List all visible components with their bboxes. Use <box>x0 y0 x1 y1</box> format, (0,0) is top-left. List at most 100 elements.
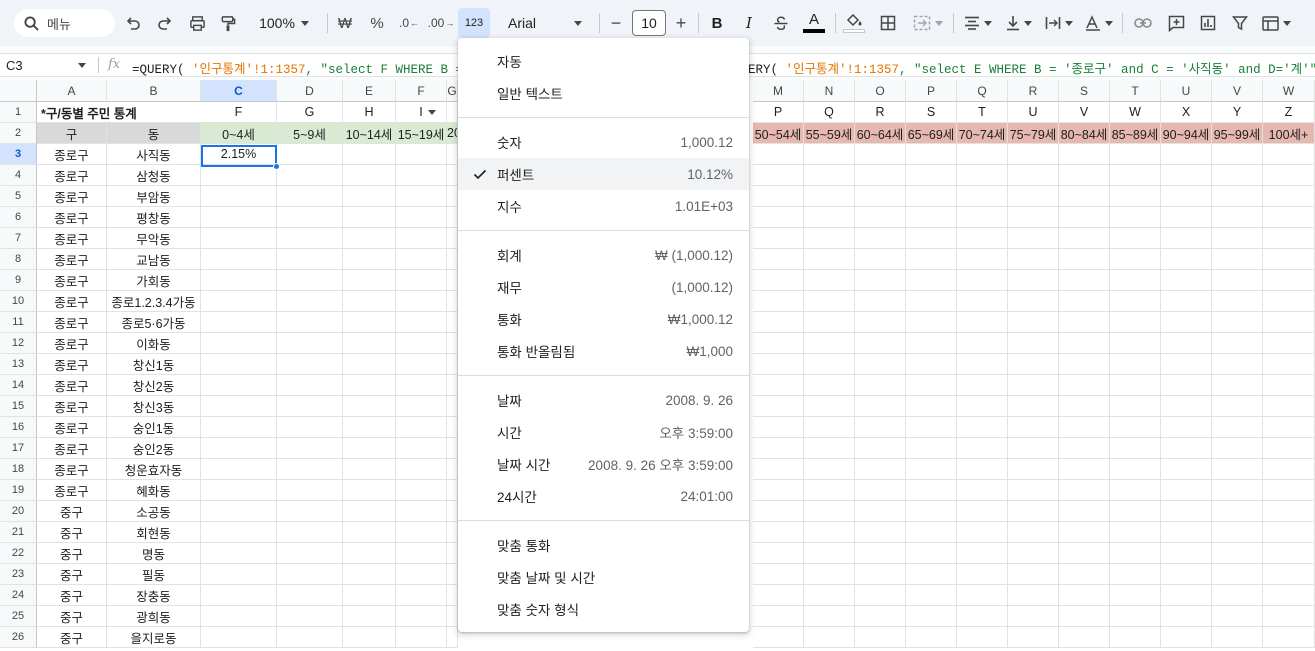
grid-cell[interactable] <box>753 501 804 522</box>
grid-cell[interactable] <box>753 228 804 249</box>
cell-dong[interactable]: 창신2동 <box>107 375 201 396</box>
cell-dong[interactable]: 종로1.2.3.4가동 <box>107 291 201 312</box>
text-wrapping-button[interactable] <box>1042 8 1076 38</box>
row-header[interactable]: 2 <box>0 123 37 144</box>
column-label-cell[interactable]: W <box>1110 102 1161 123</box>
grid-cell[interactable] <box>1161 417 1212 438</box>
grid-cell[interactable] <box>753 564 804 585</box>
grid-cell[interactable] <box>447 207 458 228</box>
format-option[interactable]: 맞춤 통화 <box>458 529 749 561</box>
grid-cell[interactable] <box>1212 207 1263 228</box>
grid-cell[interactable] <box>906 228 957 249</box>
cell-gu[interactable]: 종로구 <box>37 165 107 186</box>
grid-cell[interactable] <box>1263 396 1315 417</box>
grid-cell[interactable] <box>1263 480 1315 501</box>
grid-cell[interactable] <box>396 501 447 522</box>
grid-cell[interactable] <box>201 228 277 249</box>
grid-cell[interactable] <box>906 585 957 606</box>
age-header[interactable]: 90~94세 <box>1161 123 1212 144</box>
grid-cell[interactable] <box>1212 186 1263 207</box>
grid-cell[interactable] <box>277 396 343 417</box>
row-header[interactable]: 3 <box>0 144 37 165</box>
grid-cell[interactable] <box>201 522 277 543</box>
grid-cell[interactable] <box>1008 270 1059 291</box>
grid-cell[interactable] <box>804 480 855 501</box>
column-header-f[interactable]: F <box>396 80 447 102</box>
header-gu[interactable]: 구 <box>37 123 107 144</box>
grid-cell[interactable] <box>1059 396 1110 417</box>
name-box[interactable]: C3 <box>0 54 94 76</box>
grid-cell[interactable] <box>1161 186 1212 207</box>
grid-cell[interactable] <box>1008 186 1059 207</box>
grid-cell[interactable] <box>201 627 277 648</box>
grid-cell[interactable] <box>447 543 458 564</box>
cell-dong[interactable]: 장충동 <box>107 585 201 606</box>
grid-cell[interactable] <box>957 627 1008 648</box>
format-option[interactable]: 숫자 1,000.12 <box>458 126 749 158</box>
strikethrough-button[interactable] <box>770 8 792 38</box>
grid-cell[interactable] <box>906 333 957 354</box>
column-label-cell[interactable]: I <box>396 102 447 123</box>
grid-cell[interactable] <box>1110 459 1161 480</box>
grid-cell[interactable] <box>855 270 906 291</box>
grid-cell[interactable] <box>1212 291 1263 312</box>
grid-cell[interactable] <box>1059 585 1110 606</box>
grid-cell[interactable] <box>804 417 855 438</box>
grid-cell[interactable] <box>855 417 906 438</box>
grid-cell[interactable] <box>1161 354 1212 375</box>
grid-cell[interactable] <box>1059 333 1110 354</box>
grid-cell[interactable] <box>396 228 447 249</box>
grid-cell[interactable] <box>277 207 343 228</box>
grid-cell[interactable] <box>1263 228 1315 249</box>
currency-format-button[interactable]: ₩ <box>334 8 356 38</box>
row-header[interactable]: 6 <box>0 207 37 228</box>
grid-cell[interactable] <box>343 312 396 333</box>
grid-cell[interactable] <box>447 627 458 648</box>
age-header[interactable]: 70~74세 <box>957 123 1008 144</box>
column-header-u[interactable]: U <box>1161 80 1212 102</box>
grid-cell[interactable] <box>396 165 447 186</box>
cell-gu[interactable]: 종로구 <box>37 186 107 207</box>
cell-dong[interactable]: 회현동 <box>107 522 201 543</box>
row-header[interactable]: 8 <box>0 249 37 270</box>
grid-cell[interactable] <box>855 501 906 522</box>
grid-cell[interactable] <box>1059 564 1110 585</box>
grid-cell[interactable] <box>804 249 855 270</box>
age-header[interactable]: 20 <box>447 123 458 144</box>
grid-cell[interactable] <box>1110 354 1161 375</box>
grid-cell[interactable] <box>1161 207 1212 228</box>
row-header[interactable]: 25 <box>0 606 37 627</box>
grid-cell[interactable] <box>1008 249 1059 270</box>
grid-cell[interactable] <box>906 207 957 228</box>
grid-cell[interactable] <box>396 564 447 585</box>
format-option[interactable]: 맞춤 숫자 형식 <box>458 593 749 625</box>
grid-cell[interactable] <box>447 480 458 501</box>
select-all-corner[interactable] <box>0 80 37 102</box>
grid-cell[interactable] <box>1110 522 1161 543</box>
age-header[interactable]: 75~79세 <box>1008 123 1059 144</box>
grid-cell[interactable] <box>447 354 458 375</box>
grid-cell[interactable] <box>957 459 1008 480</box>
grid-cell[interactable] <box>855 333 906 354</box>
grid-cell[interactable] <box>1161 375 1212 396</box>
increase-font-size-button[interactable]: + <box>671 8 691 38</box>
age-header[interactable]: 15~19세 <box>396 123 447 144</box>
grid-cell[interactable] <box>201 396 277 417</box>
grid-cell[interactable] <box>1008 438 1059 459</box>
grid-cell[interactable] <box>804 312 855 333</box>
grid-cell[interactable] <box>1263 270 1315 291</box>
column-label-cell[interactable]: F <box>201 102 277 123</box>
grid-cell[interactable] <box>343 606 396 627</box>
grid-cell[interactable] <box>906 564 957 585</box>
grid-cell[interactable] <box>906 186 957 207</box>
increase-decimal-button[interactable]: .00 → <box>428 8 455 38</box>
grid-cell[interactable] <box>906 459 957 480</box>
grid-cell[interactable] <box>753 144 804 165</box>
grid-cell[interactable] <box>1263 501 1315 522</box>
grid-cell[interactable] <box>447 270 458 291</box>
column-header-q[interactable]: Q <box>957 80 1008 102</box>
grid-cell[interactable] <box>753 354 804 375</box>
grid-cell[interactable] <box>1110 396 1161 417</box>
format-option[interactable]: 회계 ₩ (1,000.12) <box>458 239 749 271</box>
grid-cell[interactable] <box>1110 480 1161 501</box>
